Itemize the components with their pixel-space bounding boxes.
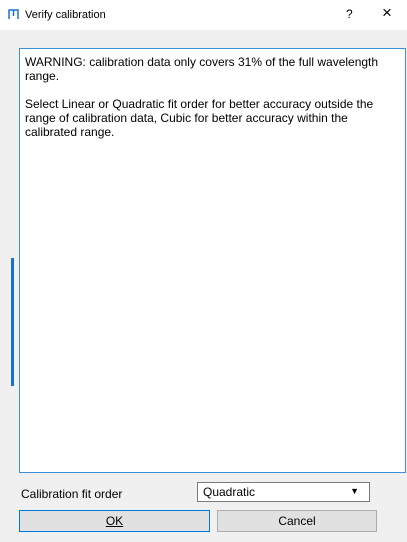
warning-text: WARNING: calibration data only covers 31… <box>25 55 379 83</box>
ok-label: OK <box>105 514 124 528</box>
title-bar: Verify calibration ? × <box>0 0 407 30</box>
window-title: Verify calibration <box>25 9 106 21</box>
fit-order-select[interactable]: Quadratic ▼ <box>197 482 370 502</box>
cancel-button[interactable]: Cancel <box>217 510 377 532</box>
help-button[interactable]: ? <box>346 7 353 21</box>
message-panel: WARNING: calibration data only covers 31… <box>19 48 406 473</box>
fit-order-value: Quadratic <box>203 485 256 499</box>
close-button[interactable]: × <box>382 3 392 23</box>
advice-text: Select Linear or Quadratic fit order for… <box>25 97 374 139</box>
ok-button[interactable]: OK <box>19 510 210 532</box>
app-logo-icon <box>8 9 19 19</box>
fit-order-label: Calibration fit order <box>21 487 123 501</box>
cancel-label: Cancel <box>278 514 316 528</box>
chevron-down-icon: ▼ <box>350 486 359 496</box>
left-edge-indicator <box>11 258 14 386</box>
message-text: WARNING: calibration data only covers 31… <box>25 55 400 153</box>
